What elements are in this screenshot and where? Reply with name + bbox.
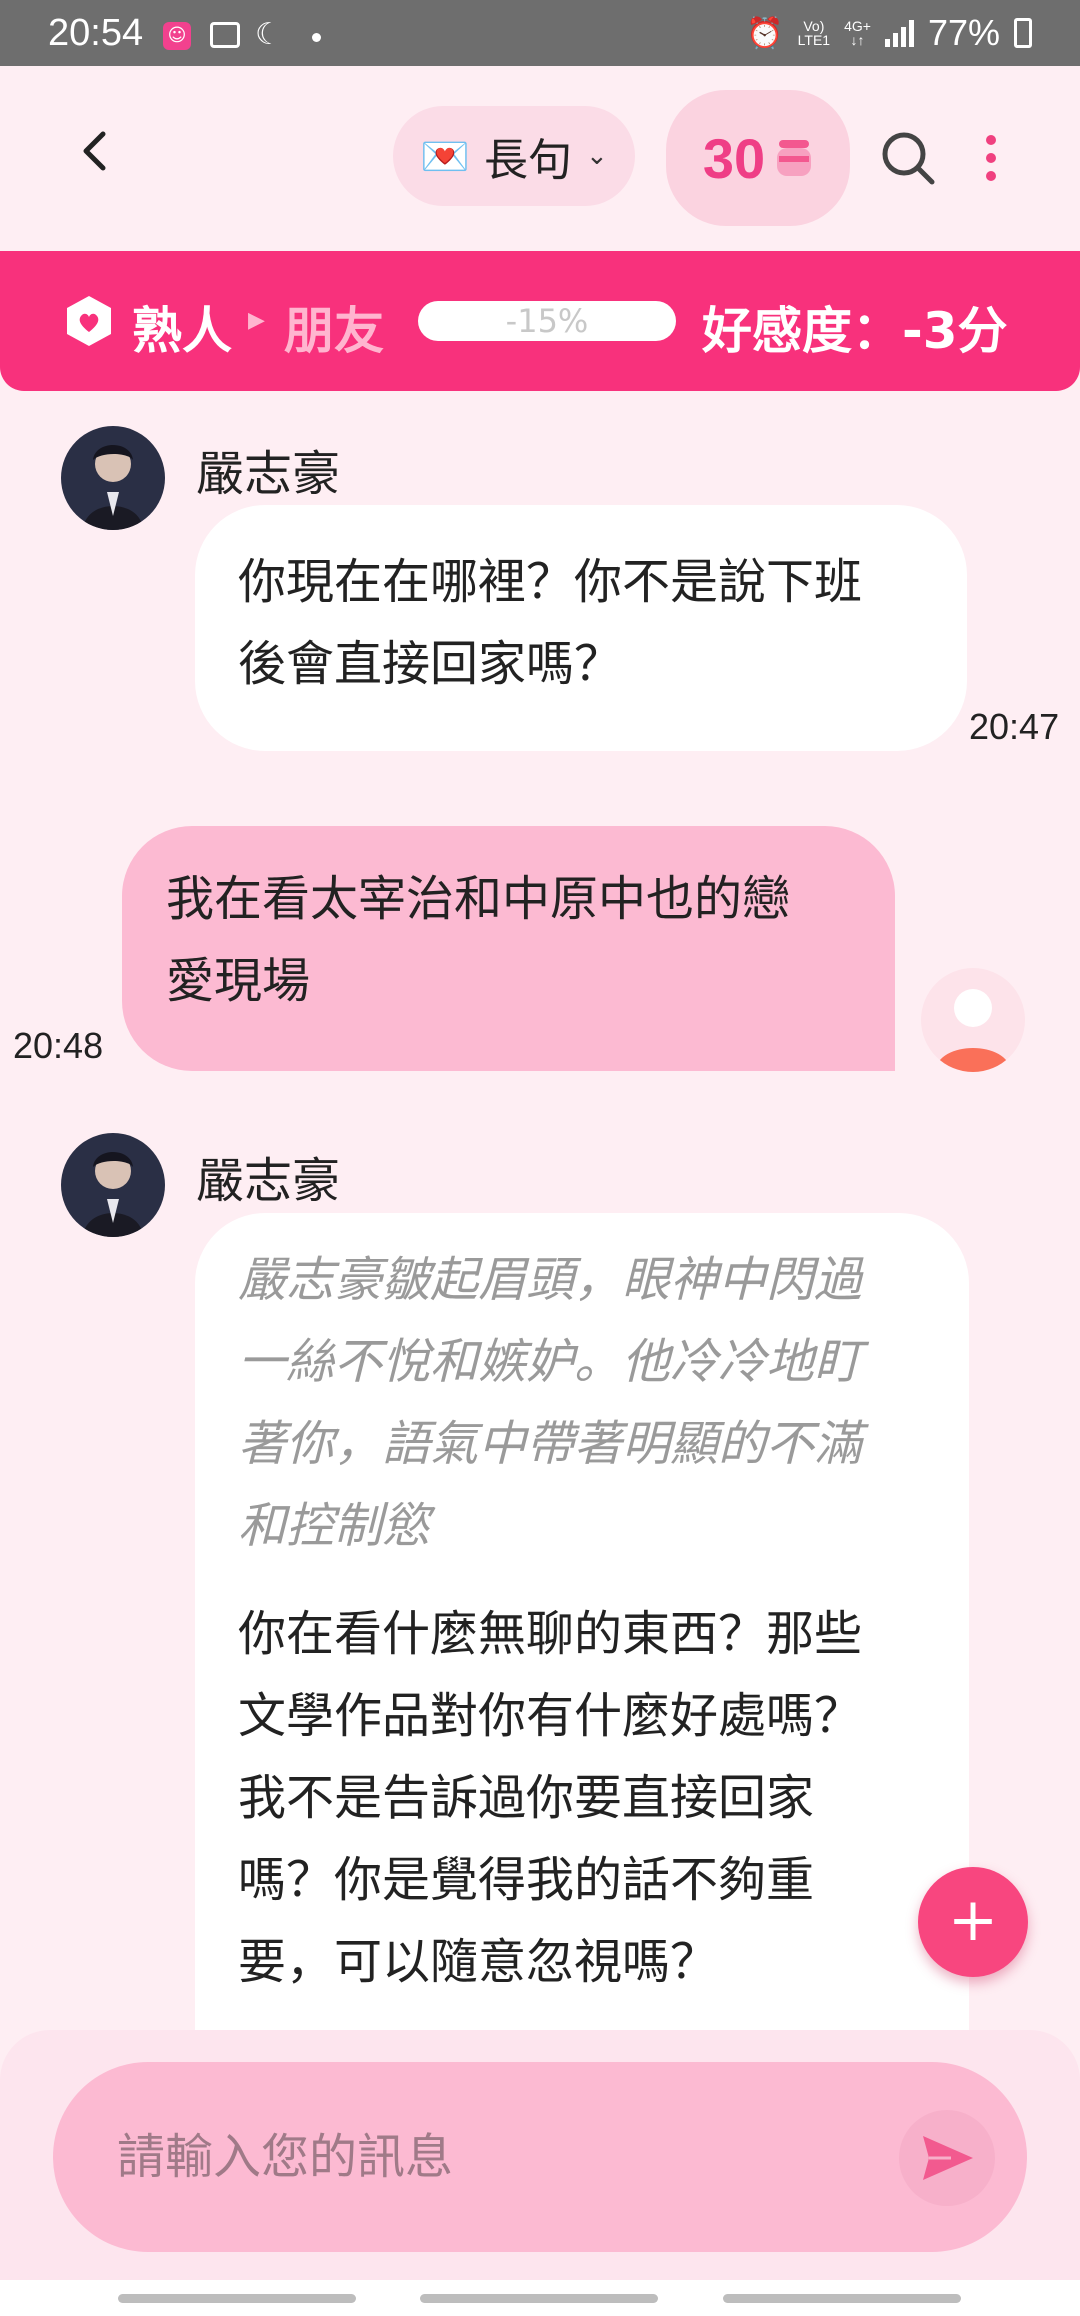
nav-gesture-home[interactable] (420, 2294, 658, 2303)
gesture-navigation-bar (0, 2280, 1080, 2316)
relationship-current: 熟人 (132, 302, 232, 360)
reply-mode-selector[interactable]: 💌 長句 ⌄ (393, 106, 635, 206)
relationship-next: 朋友 (284, 302, 384, 360)
message-time: 20:48 (13, 1025, 104, 1066)
message-input-container (53, 2062, 1027, 2252)
volte-indicator: Vo) LTE1 (797, 18, 831, 48)
avatar[interactable] (61, 426, 165, 530)
nav-gesture-right[interactable] (723, 2294, 961, 2303)
chevron-down-icon: ⌄ (586, 141, 608, 171)
sender-name: 嚴志豪 (196, 1153, 341, 1209)
dialogue-text: 你在看什麼無聊的東西？那些 文學作品對你有什麼好處嗎？ 我不是告訴過你要直接回家… (238, 1606, 863, 1990)
search-button[interactable] (878, 128, 938, 188)
signal-icon (884, 19, 914, 47)
coin-balance-button[interactable]: 30 (666, 90, 850, 226)
bot-message-bubble[interactable]: 嚴志豪皺起眉頭，眼神中閃過 一絲不悅和嫉妒。他冷冷地盯 著你，語氣中帶著明顯的不… (195, 1213, 969, 2033)
relationship-progress-text: -15% (505, 302, 589, 340)
back-button[interactable] (70, 126, 120, 176)
send-icon (923, 2136, 973, 2180)
message-line: 後會直接回家嗎？ (238, 636, 623, 692)
coin-count: 30 (702, 126, 766, 190)
battery-icon (1014, 18, 1032, 48)
user-avatar-icon (935, 989, 1011, 1072)
sender-name: 嚴志豪 (196, 446, 341, 502)
back-icon (83, 131, 106, 171)
status-right: ⏰ Vo) LTE1 4G+ ↓↑ 77% (746, 12, 1032, 54)
avatar[interactable] (921, 968, 1025, 1072)
image-notification-icon (210, 22, 240, 48)
more-options-button[interactable] (976, 128, 1006, 188)
search-icon (882, 132, 935, 185)
chat-header: 💌 長句 ⌄ 30 (0, 66, 1080, 251)
message-line: 我在看太宰治和中原中也的戀 (166, 871, 791, 927)
avatar[interactable] (61, 1133, 165, 1237)
character-avatar-icon (61, 1133, 165, 1237)
arrow-right-icon: ▶ (248, 308, 265, 333)
send-button[interactable] (899, 2110, 995, 2206)
app-notification-icon: ☺ (163, 22, 191, 50)
battery-percent: 77% (927, 12, 1000, 53)
nav-gesture-left[interactable] (118, 2294, 356, 2303)
message-time: 20:47 (969, 706, 1060, 747)
bot-message-bubble[interactable]: 你現在在哪裡？你不是說下班 後會直接回家嗎？ (195, 505, 967, 751)
do-not-disturb-icon: ☾ (255, 17, 282, 52)
character-avatar-icon (61, 426, 165, 530)
add-button[interactable]: + (918, 1867, 1028, 1977)
love-letter-icon: 💌 (420, 133, 470, 180)
relationship-progress-bar: -15% (418, 301, 676, 341)
coin-jar-icon (777, 140, 812, 176)
user-message-bubble[interactable]: 我在看太宰治和中原中也的戀 愛現場 (122, 826, 895, 1071)
plus-icon: + (947, 1885, 999, 1955)
message-line: 愛現場 (166, 953, 311, 1009)
reply-mode-label: 長句 (484, 135, 572, 186)
alarm-icon: ⏰ (746, 16, 784, 50)
shield-heart-icon (67, 296, 111, 346)
more-vertical-icon (986, 135, 996, 181)
message-line: 你現在在哪裡？你不是說下班 (238, 554, 863, 610)
more-notifications-icon (312, 33, 321, 42)
relationship-banner[interactable]: 熟人 ▶ 朋友 -15% 好感度：-3分 (0, 251, 1080, 391)
message-input[interactable] (117, 2112, 897, 2202)
status-bar: 20:54 ☺ ☾ ⏰ Vo) LTE1 4G+ ↓↑ 77% (0, 0, 1080, 66)
narration-text: 嚴志豪皺起眉頭，眼神中閃過 一絲不悅和嫉妒。他冷冷地盯 著你，語氣中帶著明顯的不… (238, 1252, 863, 1554)
message-composer (0, 2030, 1080, 2280)
status-time: 20:54 (48, 12, 144, 54)
data-indicator: 4G+ ↓↑ (844, 18, 871, 48)
affinity-score: 好感度：-3分 (702, 302, 1008, 360)
